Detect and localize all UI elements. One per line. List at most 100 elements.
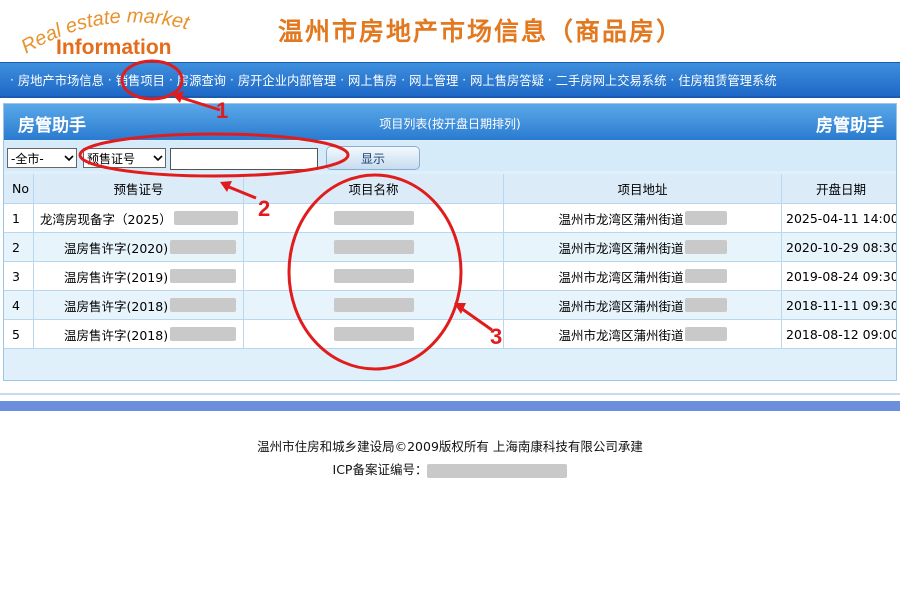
redacted-block — [684, 240, 727, 254]
cell-cert[interactable]: 温房售许字(2018) — [34, 320, 244, 348]
cell-project-name[interactable] — [244, 262, 504, 290]
cell-cert-text: 温房售许字(2019) — [64, 269, 169, 285]
redacted-block — [427, 463, 568, 478]
annotation-number-2: 2 — [258, 196, 271, 221]
redacted-block — [333, 298, 414, 312]
panel-header: 房管助手 项目列表(按开盘日期排列) 房管助手 — [4, 104, 896, 140]
cell-cert-text: 温房售许字(2018) — [64, 298, 169, 314]
keyword-input[interactable] — [170, 148, 318, 170]
cell-address: 温州市龙湾区蒲州街道 — [504, 262, 782, 290]
redacted-block — [333, 240, 414, 254]
cell-open-date: 2020-10-29 08:30 — [782, 233, 896, 261]
nav-item-9[interactable]: 住房租赁管理系统 — [678, 71, 776, 89]
nav-item-3[interactable]: 房源查询 — [177, 71, 226, 89]
cell-open-date: 2018-08-12 09:00 — [782, 320, 896, 348]
redacted-block — [170, 327, 237, 341]
site-title: 温州市房地产市场信息（商品房） — [278, 17, 684, 46]
cell-project-name[interactable] — [244, 291, 504, 319]
table-row[interactable]: 1 龙湾房现备字（2025） 温州市龙湾区蒲州街道 2025-04-11 14:00 — [4, 204, 896, 233]
cell-date-text: 2018-11-11 09:30 — [786, 297, 896, 313]
cell-no: 2 — [4, 233, 34, 261]
nav-item-6[interactable]: 网上管理 — [409, 71, 458, 89]
nav-item-5[interactable]: 网上售房 — [348, 71, 397, 89]
table-row[interactable]: 4 温房售许字(2018) 温州市龙湾区蒲州街道 2018-11-11 09:30 — [4, 291, 896, 320]
cell-no-text: 2 — [12, 239, 20, 255]
cell-no: 1 — [4, 204, 34, 232]
nav-item-7[interactable]: 网上售房答疑 — [470, 71, 544, 89]
footer-band — [0, 401, 900, 411]
table-row[interactable]: 3 温房售许字(2019) 温州市龙湾区蒲州街道 2019-08-24 09:30 — [4, 262, 896, 291]
footer-icp-label: ICP备案证编号： — [332, 462, 428, 477]
cell-no-text: 5 — [12, 326, 20, 342]
nav-item-4[interactable]: 房开企业内部管理 — [238, 71, 336, 89]
header-no: No — [4, 174, 34, 203]
city-select[interactable]: -全市- — [7, 148, 77, 168]
field-select[interactable]: 预售证号 — [83, 148, 166, 168]
nav-separator: · — [462, 72, 467, 87]
cell-open-date: 2025-04-11 14:00 — [782, 204, 896, 232]
cell-date-text: 2025-04-11 14:00 — [786, 210, 896, 226]
redacted-block — [170, 269, 237, 283]
cell-no-text: 3 — [12, 268, 20, 284]
city-select-value: -全市- — [11, 151, 44, 166]
table-header-row: No 预售证号 项目名称 项目地址 开盘日期 — [4, 174, 896, 204]
cell-address: 温州市龙湾区蒲州街道 — [504, 291, 782, 319]
cell-address: 温州市龙湾区蒲州街道 — [504, 233, 782, 261]
nav-separator: · — [107, 72, 112, 87]
cell-project-name[interactable] — [244, 320, 504, 348]
brand-right: 房管助手 — [816, 116, 884, 136]
annotation-number-3: 3 — [490, 324, 503, 349]
cell-address-text: 温州市龙湾区蒲州街道 — [558, 240, 684, 256]
table-row[interactable]: 2 温房售许字(2020) 温州市龙湾区蒲州街道 2020-10-29 08:30 — [4, 233, 896, 262]
nav-separator: · — [10, 72, 14, 87]
redacted-block — [684, 298, 727, 312]
nav-item-2[interactable]: 销售项目 — [116, 71, 165, 89]
cell-date-text: 2020-10-29 08:30 — [786, 239, 896, 255]
footer-icp: ICP备案证编号： — [0, 459, 900, 478]
cell-cert[interactable]: 温房售许字(2019) — [34, 262, 244, 290]
footer-copyright: 温州市住房和城乡建设局©2009版权所有 上海南康科技有限公司承建 — [257, 439, 643, 454]
cell-project-name[interactable] — [244, 204, 504, 232]
cell-no: 3 — [4, 262, 34, 290]
cell-address-text: 温州市龙湾区蒲州街道 — [558, 298, 684, 314]
redacted-block — [684, 269, 727, 283]
redacted-block — [170, 240, 237, 254]
nav-item-8[interactable]: 二手房网上交易系统 — [556, 71, 667, 89]
logo-text-line2: Information — [56, 36, 172, 59]
nav-separator: · — [547, 72, 552, 87]
cell-cert-text: 温房售许字(2020) — [64, 240, 169, 256]
cell-cert[interactable]: 温房售许字(2018) — [34, 291, 244, 319]
redacted-block — [333, 211, 414, 225]
cell-cert-text: 温房售许字(2018) — [64, 327, 169, 343]
cell-open-date: 2019-08-24 09:30 — [782, 262, 896, 290]
cell-date-text: 2018-08-12 09:00 — [786, 326, 896, 342]
show-button[interactable]: 显示 — [326, 146, 420, 170]
header-name: 项目名称 — [244, 174, 504, 203]
chevron-down-icon — [64, 155, 74, 162]
cell-address-text: 温州市龙湾区蒲州街道 — [558, 269, 684, 285]
nav-item-1[interactable]: 房地产市场信息 — [18, 71, 104, 89]
redacted-block — [333, 327, 414, 341]
cell-address-text: 温州市龙湾区蒲州街道 — [558, 327, 684, 343]
cell-no-text: 1 — [12, 210, 20, 226]
cell-no: 5 — [4, 320, 34, 348]
nav-separator: · — [401, 72, 406, 87]
chevron-down-icon — [153, 155, 163, 162]
site-header: Real estate market Information 温州市房地产市场信… — [0, 0, 900, 62]
cell-no: 4 — [4, 291, 34, 319]
cell-cert[interactable]: 龙湾房现备字（2025） — [34, 204, 244, 232]
nav-separator: · — [670, 72, 675, 87]
cell-date-text: 2019-08-24 09:30 — [786, 268, 896, 284]
redacted-block — [684, 211, 727, 225]
table-row[interactable]: 5 温房售许字(2018) 温州市龙湾区蒲州街道 2018-08-12 09:00 — [4, 320, 896, 349]
divider — [0, 393, 900, 395]
nav-separator: · — [340, 72, 345, 87]
cell-project-name[interactable] — [244, 233, 504, 261]
header-cert: 预售证号 — [34, 174, 244, 203]
cell-address-text: 温州市龙湾区蒲州街道 — [558, 211, 684, 227]
cell-address: 温州市龙湾区蒲州街道 — [504, 320, 782, 348]
project-list-panel: 房管助手 项目列表(按开盘日期排列) 房管助手 -全市- 预售证号 显示 No … — [3, 103, 897, 381]
field-select-value: 预售证号 — [87, 151, 136, 166]
cell-cert[interactable]: 温房售许字(2020) — [34, 233, 244, 261]
annotation-number-1: 1 — [216, 98, 229, 123]
